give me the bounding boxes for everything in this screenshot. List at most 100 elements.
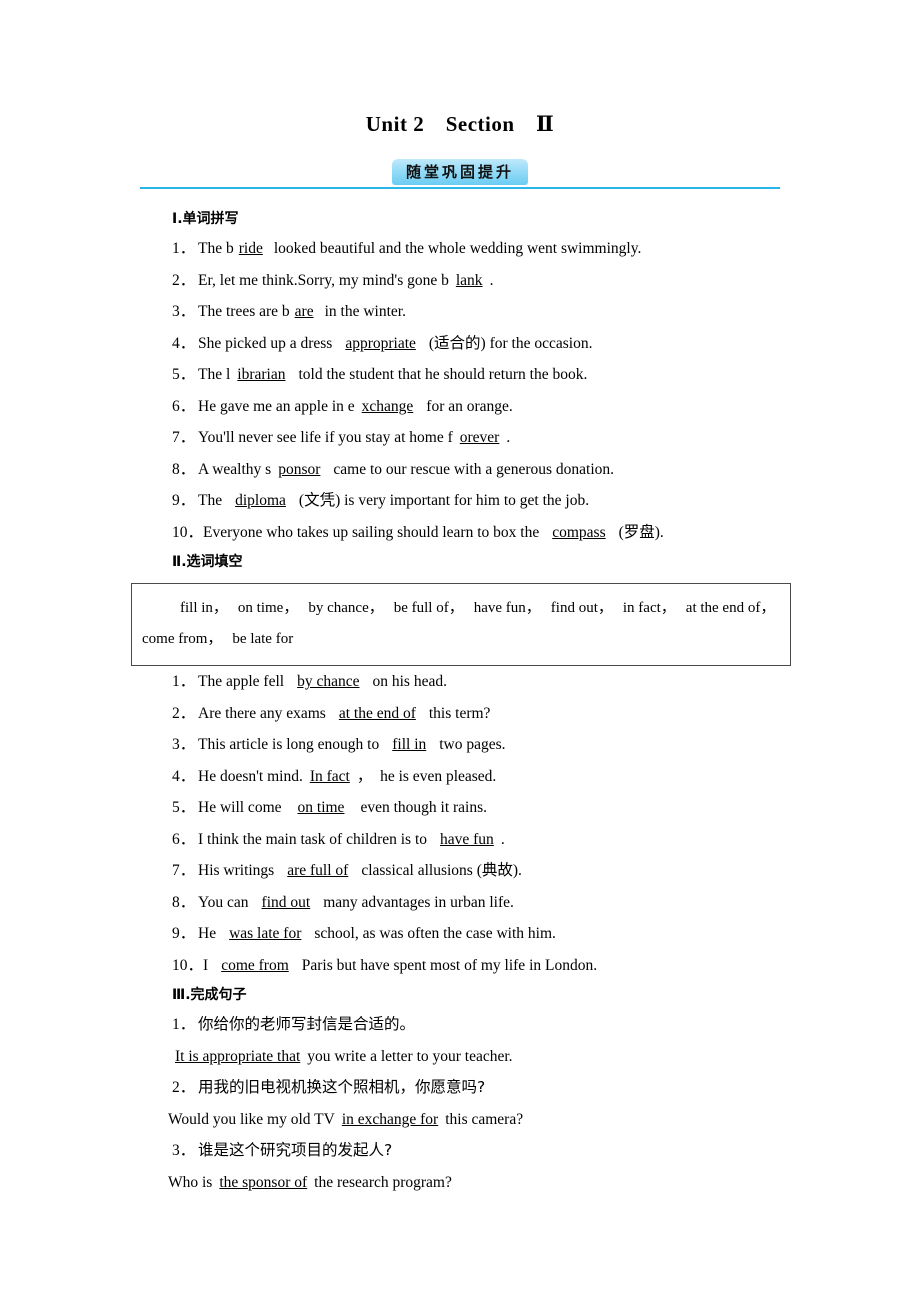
question-item: 8． You can find out many advantages in urba… [130,887,790,919]
word-bank-item[interactable]: at the end of， [686,600,776,616]
item-text-before: He gave me an apple in e [198,397,355,415]
question-item: 3． This article is long enough to fill in t… [130,729,790,761]
item-number: 3． [172,1142,196,1159]
item-text-after: this term? [428,704,491,722]
answer-blank[interactable]: the sponsor of [212,1174,314,1191]
item-number: 4． [172,767,196,785]
question-item: 6． I think the main task of children is t… [130,824,790,856]
answer-blank[interactable]: have fun [433,831,501,848]
item-text-after: school, as was often the case with him. [314,925,556,942]
answer-blank[interactable]: was late for [222,925,308,942]
item-text-after: . [500,830,505,848]
answer-blank[interactable]: are [290,303,319,320]
item-text-before: He doesn't mind. [198,767,303,785]
prompt-text: 谁是这个研究项目的发起人? [198,1141,393,1159]
question-item: 2． Are there any exams at the end of this t… [130,698,790,730]
item-text-after: for an orange. [426,397,513,415]
item-text-before: Are there any exams [198,704,326,722]
answer-blank[interactable]: are full of [280,862,355,879]
question-item: 8． A wealthy s ponsor came to our rescue wi… [130,454,790,486]
answer-blank[interactable]: lank [449,272,490,289]
completion-answer-line: It is appropriate that you write a letter… [130,1041,790,1073]
answer-blank[interactable]: fill in [385,736,433,753]
answer-blank[interactable]: at the end of [332,705,423,722]
answer-blank[interactable]: ride [234,240,268,257]
item-number: 9． [172,492,196,509]
question-item: 7． His writings are full of classical allus… [130,855,790,887]
item-text-before: I think the main task of children is to [198,830,428,848]
item-text-before: You'll never see life if you stay at hom… [198,429,453,446]
item-text-after: (文凭) is very important for him to get th… [298,492,590,509]
completion-prompt: 3． 谁是这个研究项目的发起人? [130,1135,790,1167]
item-number: 5． [172,799,196,816]
item-number: 1． [172,1016,196,1033]
item-text-before: He will come [198,799,282,816]
item-number: 3． [172,736,196,753]
item-text-before: You can [198,893,249,911]
word-bank-item[interactable]: have fun， [474,600,541,616]
word-bank-item[interactable]: come from， [142,631,222,647]
question-item: 10．I come from Paris but have spent most o… [130,950,790,982]
answer-blank[interactable]: ponsor [271,461,327,478]
word-bank-item[interactable]: fill in， [180,600,228,616]
answer-blank[interactable]: in exchange for [335,1111,445,1128]
question-item: 10．Everyone who takes up sailing should … [130,517,790,549]
item-number: 6． [172,830,196,848]
item-number: 1． [172,673,196,690]
word-bank-item[interactable]: find out， [551,600,613,616]
item-text-after: even though it rains. [360,799,488,816]
item-text-before: The trees are b [198,303,290,320]
answer-blank[interactable]: by chance [290,673,366,690]
answer-blank[interactable]: It is appropriate that [168,1048,307,1065]
item-text-after: on his head. [372,673,447,690]
item-text-before: The l [198,366,231,383]
item-number: 7． [172,429,196,446]
prompt-text: 你给你的老师写封信是合适的。 [198,1015,416,1033]
item-text-before: A wealthy s [198,460,272,478]
word-bank-item[interactable]: in fact， [623,600,676,616]
item-number: 8． [172,893,196,911]
answer-blank[interactable]: In fact [303,768,357,785]
banner-label: 随堂巩固提升 [391,159,529,185]
answer-blank[interactable]: compass [545,524,612,541]
completion-prompt: 2． 用我的旧电视机换这个照相机，你愿意吗? [130,1072,790,1104]
word-bank-item[interactable]: be full of， [394,600,464,616]
section-banner: 随堂巩固提升 [130,159,790,191]
worksheet-page: Unit 2 Section Ⅱ 随堂巩固提升 Ⅰ.单词拼写 1． The b ri… [0,0,920,1302]
word-bank-item[interactable]: on time， [238,600,298,616]
question-item: 5． He will come on time even though it rain… [130,792,790,824]
item-text-before: Would you like my old TV [168,1110,335,1128]
word-bank-row: fill in， on time， by chance， be full of， hav… [142,593,780,624]
answer-blank[interactable]: find out [255,894,318,911]
answer-blank[interactable]: orever [453,429,507,446]
word-bank-row: come from， be late for [142,624,780,655]
answer-blank[interactable]: xchange [355,398,421,415]
item-text-after: classical allusions (典故). [361,862,522,879]
item-text-after: told the student that he should return t… [298,366,588,383]
item-text-after: (适合的) for the occasion. [428,334,593,352]
question-item: 9． He was late for school, as was often the… [130,918,790,950]
section-heading-3: Ⅲ.完成句子 [172,987,247,1003]
item-text-after: Paris but have spent most of my life in … [301,956,598,974]
item-number: 9． [172,925,196,942]
answer-blank[interactable]: on time [295,799,348,816]
item-text-after: looked beautiful and the whole wedding w… [273,240,642,257]
item-text-before: Who is [168,1173,213,1191]
answer-blank[interactable]: diploma [228,492,293,509]
word-bank-item[interactable]: by chance， [308,600,383,616]
item-text-after: the research program? [314,1173,452,1191]
completion-answer-line: Who is the sponsor of the research program… [130,1167,790,1199]
answer-blank[interactable]: ibrarian [230,366,292,383]
word-bank-item[interactable]: be late for [232,631,293,647]
prompt-text: 用我的旧电视机换这个照相机，你愿意吗? [198,1078,486,1096]
item-text-before: His writings [198,862,275,879]
answer-blank[interactable]: appropriate [338,335,423,352]
item-text-after: two pages. [439,736,506,753]
item-text-before: The [198,492,223,509]
item-number: 1． [172,240,196,257]
question-item: 1． The apple fell by chance on his head. [130,666,790,698]
answer-blank[interactable]: come from [214,957,296,974]
item-number: 10． [172,956,204,974]
item-number: 3． [172,303,196,320]
completion-answer-line: Would you like my old TV in exchange for t… [130,1104,790,1136]
